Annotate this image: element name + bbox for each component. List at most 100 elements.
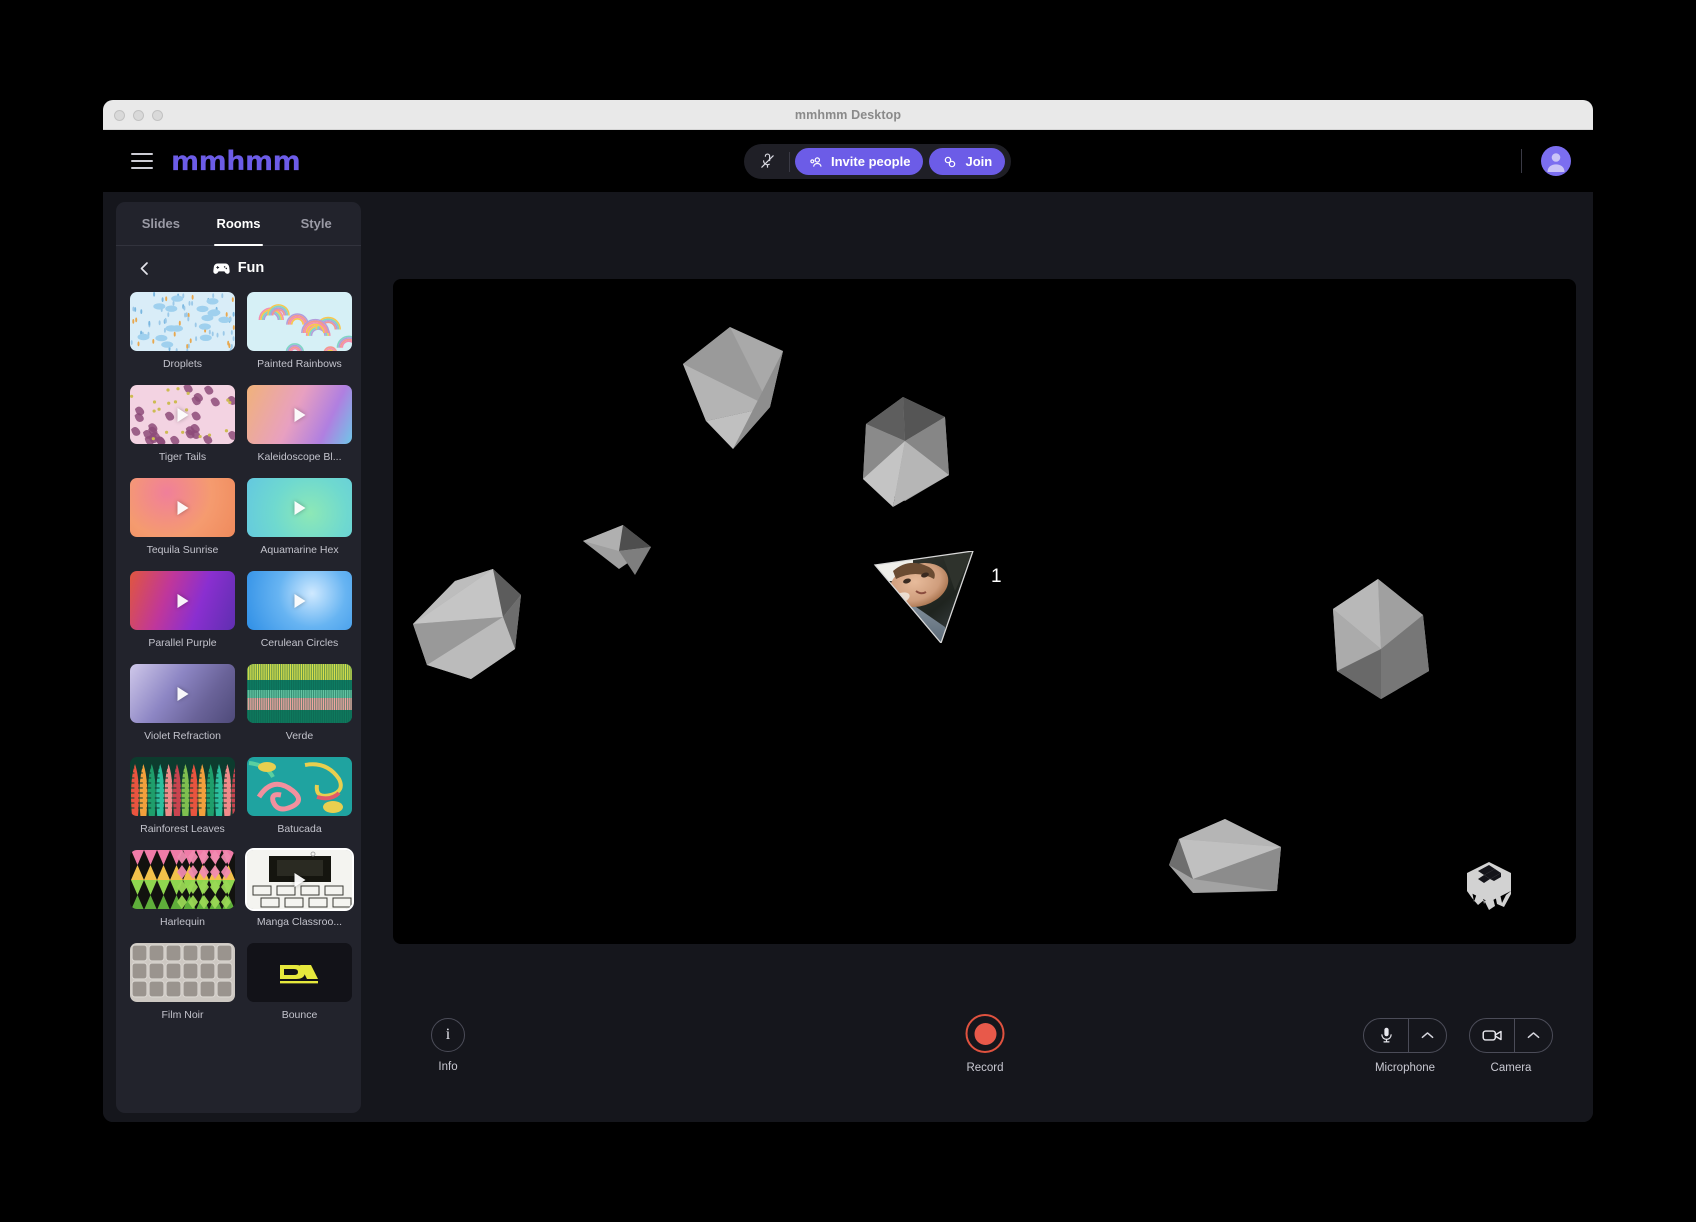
room-thumbnail[interactable]: [247, 478, 352, 537]
rooms-sidebar: Slides Rooms Style Fun Droplets Painted …: [116, 202, 361, 1113]
category-title: Fun: [238, 260, 265, 276]
info-icon[interactable]: i: [431, 1018, 465, 1052]
minimize-window-button[interactable]: [133, 110, 144, 121]
room-label: Rainforest Leaves: [130, 816, 235, 848]
dice-cube-icon[interactable]: [1464, 860, 1514, 912]
record-label: Record: [966, 1062, 1003, 1074]
room-cell: Cerulean Circles: [247, 571, 352, 662]
app-window: mmhmm Desktop mmhmm Invite people Join S…: [103, 100, 1593, 1122]
join-button[interactable]: Join: [929, 148, 1005, 175]
header-divider: [789, 152, 790, 172]
polygon-rock-2: [863, 397, 949, 507]
close-window-button[interactable]: [114, 110, 125, 121]
info-label: Info: [438, 1061, 457, 1073]
room-label: Cerulean Circles: [247, 630, 352, 662]
room-thumbnail[interactable]: [247, 850, 352, 909]
room-cell: Rainforest Leaves: [130, 757, 235, 848]
category-title-wrap: Fun: [213, 260, 265, 276]
brand-logo: mmhmm: [171, 146, 300, 177]
polygon-rock-5: [1333, 579, 1429, 699]
play-icon: [177, 408, 188, 422]
room-cell: Film Noir: [130, 943, 235, 1034]
presenter-video[interactable]: [873, 551, 983, 643]
tab-slides[interactable]: Slides: [122, 202, 200, 245]
room-label: Droplets: [130, 351, 235, 383]
room-thumbnail[interactable]: [247, 571, 352, 630]
invite-people-label: Invite people: [831, 154, 910, 169]
play-icon: [294, 873, 305, 887]
room-label: Film Noir: [130, 1002, 235, 1034]
bottom-toolbar: i Info Record Microphone Camera: [393, 996, 1577, 1114]
header-actions: Invite people Join: [744, 144, 1011, 179]
chevron-left-icon[interactable]: [134, 258, 154, 278]
room-label: Parallel Purple: [130, 630, 235, 662]
tab-rooms[interactable]: Rooms: [200, 202, 278, 245]
rooms-grid: Droplets Painted Rainbows Tiger Tails Kalei…: [130, 292, 347, 1034]
play-icon: [294, 501, 305, 515]
play-icon: [177, 501, 188, 515]
join-label: Join: [965, 154, 992, 169]
room-thumbnail[interactable]: [247, 385, 352, 444]
join-link-icon: [942, 154, 958, 170]
microphone-icon[interactable]: [1364, 1019, 1408, 1052]
presenter-number-label: 1: [991, 566, 1002, 588]
invite-person-icon: [808, 154, 824, 170]
window-traffic-lights: [114, 100, 163, 130]
room-thumbnail[interactable]: [247, 292, 352, 351]
room-thumbnail[interactable]: [130, 292, 235, 351]
room-thumbnail[interactable]: [130, 385, 235, 444]
camera-label: Camera: [1491, 1062, 1532, 1074]
room-label: Batucada: [247, 816, 352, 848]
mic-muted-icon[interactable]: [750, 148, 784, 175]
play-icon: [177, 594, 188, 608]
room-label: Bounce: [247, 1002, 352, 1034]
polygon-rock-6: [1169, 819, 1281, 893]
microphone-chevron-up-icon[interactable]: [1409, 1019, 1446, 1052]
tab-style[interactable]: Style: [277, 202, 355, 245]
room-label: Verde: [247, 723, 352, 755]
room-thumbnail[interactable]: [130, 664, 235, 723]
video-camera-icon[interactable]: [1470, 1019, 1514, 1052]
polygon-rock-1: [683, 327, 783, 449]
room-thumbnail[interactable]: [247, 943, 352, 1002]
gamepad-icon: [213, 262, 230, 275]
sidebar-tabs: Slides Rooms Style: [116, 202, 361, 246]
room-cell: Parallel Purple: [130, 571, 235, 662]
hamburger-icon[interactable]: [131, 153, 153, 169]
room-thumbnail[interactable]: [130, 850, 235, 909]
rooms-scroll-area[interactable]: Droplets Painted Rainbows Tiger Tails Kalei…: [116, 290, 361, 1113]
user-avatar-icon[interactable]: [1541, 146, 1571, 176]
room-cell: Droplets: [130, 292, 235, 383]
room-cell: Kaleidoscope Bl...: [247, 385, 352, 476]
room-thumbnail[interactable]: [247, 757, 352, 816]
invite-people-button[interactable]: Invite people: [795, 148, 923, 175]
record-button[interactable]: [966, 1014, 1005, 1053]
info-control: i Info: [431, 1018, 465, 1073]
room-thumbnail[interactable]: [247, 664, 352, 723]
room-label: Manga Classroo...: [247, 909, 352, 941]
record-dot-icon: [974, 1023, 996, 1045]
room-thumbnail[interactable]: [130, 757, 235, 816]
polygon-rock-4: [413, 569, 521, 679]
room-thumbnail[interactable]: [130, 478, 235, 537]
title-bar: mmhmm Desktop: [103, 100, 1593, 130]
play-icon: [294, 408, 305, 422]
room-cell: Aquamarine Hex: [247, 478, 352, 569]
room-thumbnail[interactable]: [130, 571, 235, 630]
maximize-window-button[interactable]: [152, 110, 163, 121]
camera-chevron-up-icon[interactable]: [1515, 1019, 1552, 1052]
room-label: Tiger Tails: [130, 444, 235, 476]
room-cell: Harlequin: [130, 850, 235, 941]
room-cell: Painted Rainbows: [247, 292, 352, 383]
microphone-label: Microphone: [1375, 1062, 1435, 1074]
room-cell: Violet Refraction: [130, 664, 235, 755]
record-control: Record: [966, 1014, 1005, 1074]
polygon-rock-3: [583, 525, 651, 575]
stage-canvas[interactable]: 1: [393, 279, 1576, 944]
header-right-divider: [1521, 149, 1522, 173]
room-label: Tequila Sunrise: [130, 537, 235, 569]
room-label: Harlequin: [130, 909, 235, 941]
room-thumbnail[interactable]: [130, 943, 235, 1002]
category-header: Fun: [116, 246, 361, 290]
window-title: mmhmm Desktop: [795, 108, 901, 122]
